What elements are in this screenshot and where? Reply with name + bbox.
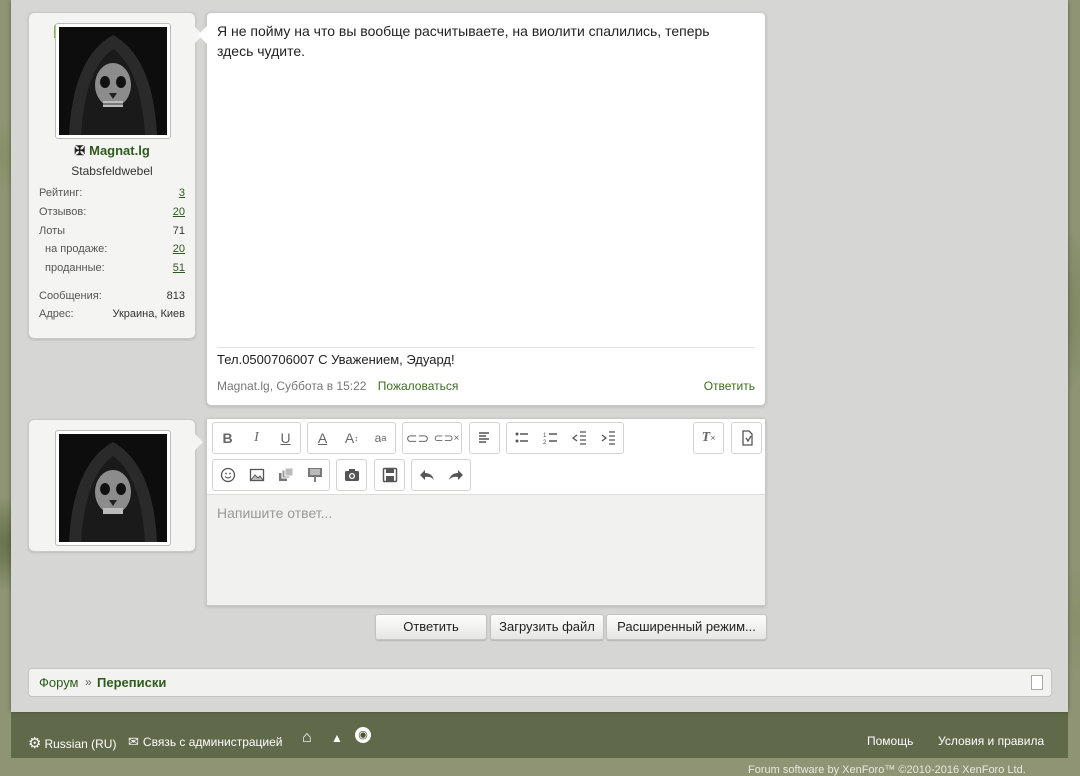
message-text: Я не пойму на что вы вообще расчитываете… <box>217 23 710 59</box>
rss-icon[interactable]: ◉ <box>355 727 371 743</box>
stat-lots: Лоты 71 <box>39 225 185 237</box>
avatar[interactable] <box>55 430 171 546</box>
stat-on-sale: на продаже: 20 <box>45 243 185 255</box>
indent-svg <box>601 431 615 445</box>
media-group <box>212 459 330 491</box>
align-icon[interactable] <box>470 423 499 453</box>
align-group <box>469 422 500 454</box>
upload-file-button[interactable]: Загрузить файл <box>490 614 604 640</box>
message-user-info: ✠ Magnat.lg Stabsfeldwebel Рейтинг: 3 Отз… <box>28 12 196 339</box>
reply-textarea[interactable]: Напишите ответ... <box>207 495 765 604</box>
bullet-list-icon[interactable] <box>507 423 536 453</box>
italic-icon[interactable]: I <box>242 423 271 453</box>
chevron-up-icon[interactable]: ▲ <box>331 731 343 745</box>
link-group: ⊂⊃ ⊂⊃ × <box>402 422 462 454</box>
gear-icon: ⚙ <box>28 735 42 752</box>
reply-editor: B I U A A ↕ aa ⊂⊃ ⊂⊃ × 12 T × Напишите о… <box>206 418 766 606</box>
photo-icon[interactable] <box>337 460 366 490</box>
insert-icon[interactable] <box>300 460 329 490</box>
toggle-bbcode-svg <box>741 430 753 446</box>
reply-placeholder: Напишите ответ... <box>217 505 333 521</box>
draft-group <box>374 459 405 491</box>
outdent-icon[interactable] <box>565 423 594 453</box>
stat-rating: Рейтинг: 3 <box>39 187 185 199</box>
media-svg <box>278 467 293 481</box>
breadcrumb: Форум » Переписки <box>28 668 1052 697</box>
stat-reviews: Отзывов: 20 <box>39 206 185 218</box>
save-draft-icon[interactable] <box>375 460 404 490</box>
image-icon[interactable] <box>242 460 271 490</box>
unlink-icon[interactable]: ⊂⊃ × <box>432 423 461 453</box>
reaper-avatar-image <box>59 434 167 542</box>
bullet-list-svg <box>515 432 528 443</box>
smilies-icon[interactable] <box>213 460 242 490</box>
message-arrow <box>198 26 207 44</box>
redo-svg <box>448 470 463 480</box>
list-group: 12 <box>506 422 624 454</box>
contact-link[interactable]: ✉ Связь с администрацией <box>128 734 283 750</box>
user-title: Stabsfeldwebel <box>71 164 153 178</box>
bold-icon[interactable]: B <box>213 423 242 453</box>
undo-svg <box>419 470 434 480</box>
smiley-svg <box>220 467 235 483</box>
font-group: A A ↕ aa <box>307 422 396 454</box>
reply-user-info <box>28 419 196 552</box>
format-group: B I U <box>212 422 301 454</box>
redo-icon[interactable] <box>441 460 470 490</box>
breadcrumb-current[interactable]: Переписки <box>97 675 166 690</box>
history-group <box>411 459 471 491</box>
language-chooser[interactable]: ⚙ Russian (RU) <box>28 734 116 752</box>
link-icon[interactable]: ⊂⊃ <box>403 423 432 453</box>
underline-icon[interactable]: U <box>271 423 300 453</box>
stat-messages: Сообщения: 813 <box>39 290 185 302</box>
number-list-icon[interactable]: 12 <box>536 423 565 453</box>
home-icon[interactable]: ⌂ <box>302 729 312 747</box>
rss-page-icon[interactable] <box>1031 675 1043 690</box>
username[interactable]: ✠ Magnat.lg <box>29 143 195 159</box>
stat-sold: проданные: 51 <box>45 262 185 274</box>
font-family-icon[interactable]: aa <box>366 423 395 453</box>
indent-icon[interactable] <box>594 423 623 453</box>
terms-link[interactable]: Условия и правила <box>938 734 1044 748</box>
toggle-bbcode-icon[interactable] <box>732 423 761 453</box>
floppy-svg <box>382 467 397 483</box>
number-list-svg: 12 <box>543 433 557 446</box>
editor-toolbar: B I U A A ↕ aa ⊂⊃ ⊂⊃ × 12 T × <box>207 419 765 495</box>
camera-svg <box>344 469 359 481</box>
svg-text:1: 1 <box>543 433 547 439</box>
copyright[interactable]: Forum software by XenForo™ ©2010-2016 Xe… <box>748 764 1026 776</box>
align-left-svg <box>478 432 489 443</box>
undo-icon[interactable] <box>412 460 441 490</box>
svg-text:2: 2 <box>543 440 547 446</box>
advanced-mode-button[interactable]: Расширенный режим... <box>606 614 767 640</box>
font-size-icon[interactable]: A ↕ <box>337 423 366 453</box>
message-meta: Magnat.lg, Суббота в 15:22 Пожаловаться <box>217 379 458 393</box>
font-color-icon[interactable]: A <box>308 423 337 453</box>
bbcode-group <box>731 422 762 454</box>
media-icon[interactable] <box>271 460 300 490</box>
signature-divider <box>217 347 755 348</box>
outdent-svg <box>571 431 586 445</box>
reply-link[interactable]: Ответить <box>704 379 755 393</box>
iron-cross-icon: ✠ <box>74 143 86 158</box>
help-link[interactable]: Помощь <box>867 734 913 748</box>
reaper-avatar-image <box>59 27 167 135</box>
stat-location: Адрес: Украина, Киев <box>39 308 185 320</box>
report-link[interactable]: Пожаловаться <box>378 379 459 393</box>
remove-format-icon[interactable]: T × <box>694 423 723 453</box>
photo-group <box>336 459 367 491</box>
reply-card-arrow <box>194 433 203 451</box>
breadcrumb-separator: » <box>85 675 92 689</box>
remove-format-group: T × <box>693 422 724 454</box>
reply-button[interactable]: Ответить <box>375 614 487 640</box>
image-svg <box>249 468 264 482</box>
breadcrumb-home[interactable]: Форум <box>39 675 79 690</box>
author-date[interactable]: Magnat.lg, Суббота в 15:22 <box>217 379 366 393</box>
avatar[interactable] <box>55 23 171 139</box>
insert-svg <box>307 468 322 482</box>
signature: Тел.0500706007 С Уважением, Эдуард! <box>217 352 455 367</box>
envelope-icon: ✉ <box>128 734 139 749</box>
message-body: Я не пойму на что вы вообще расчитываете… <box>206 12 766 406</box>
